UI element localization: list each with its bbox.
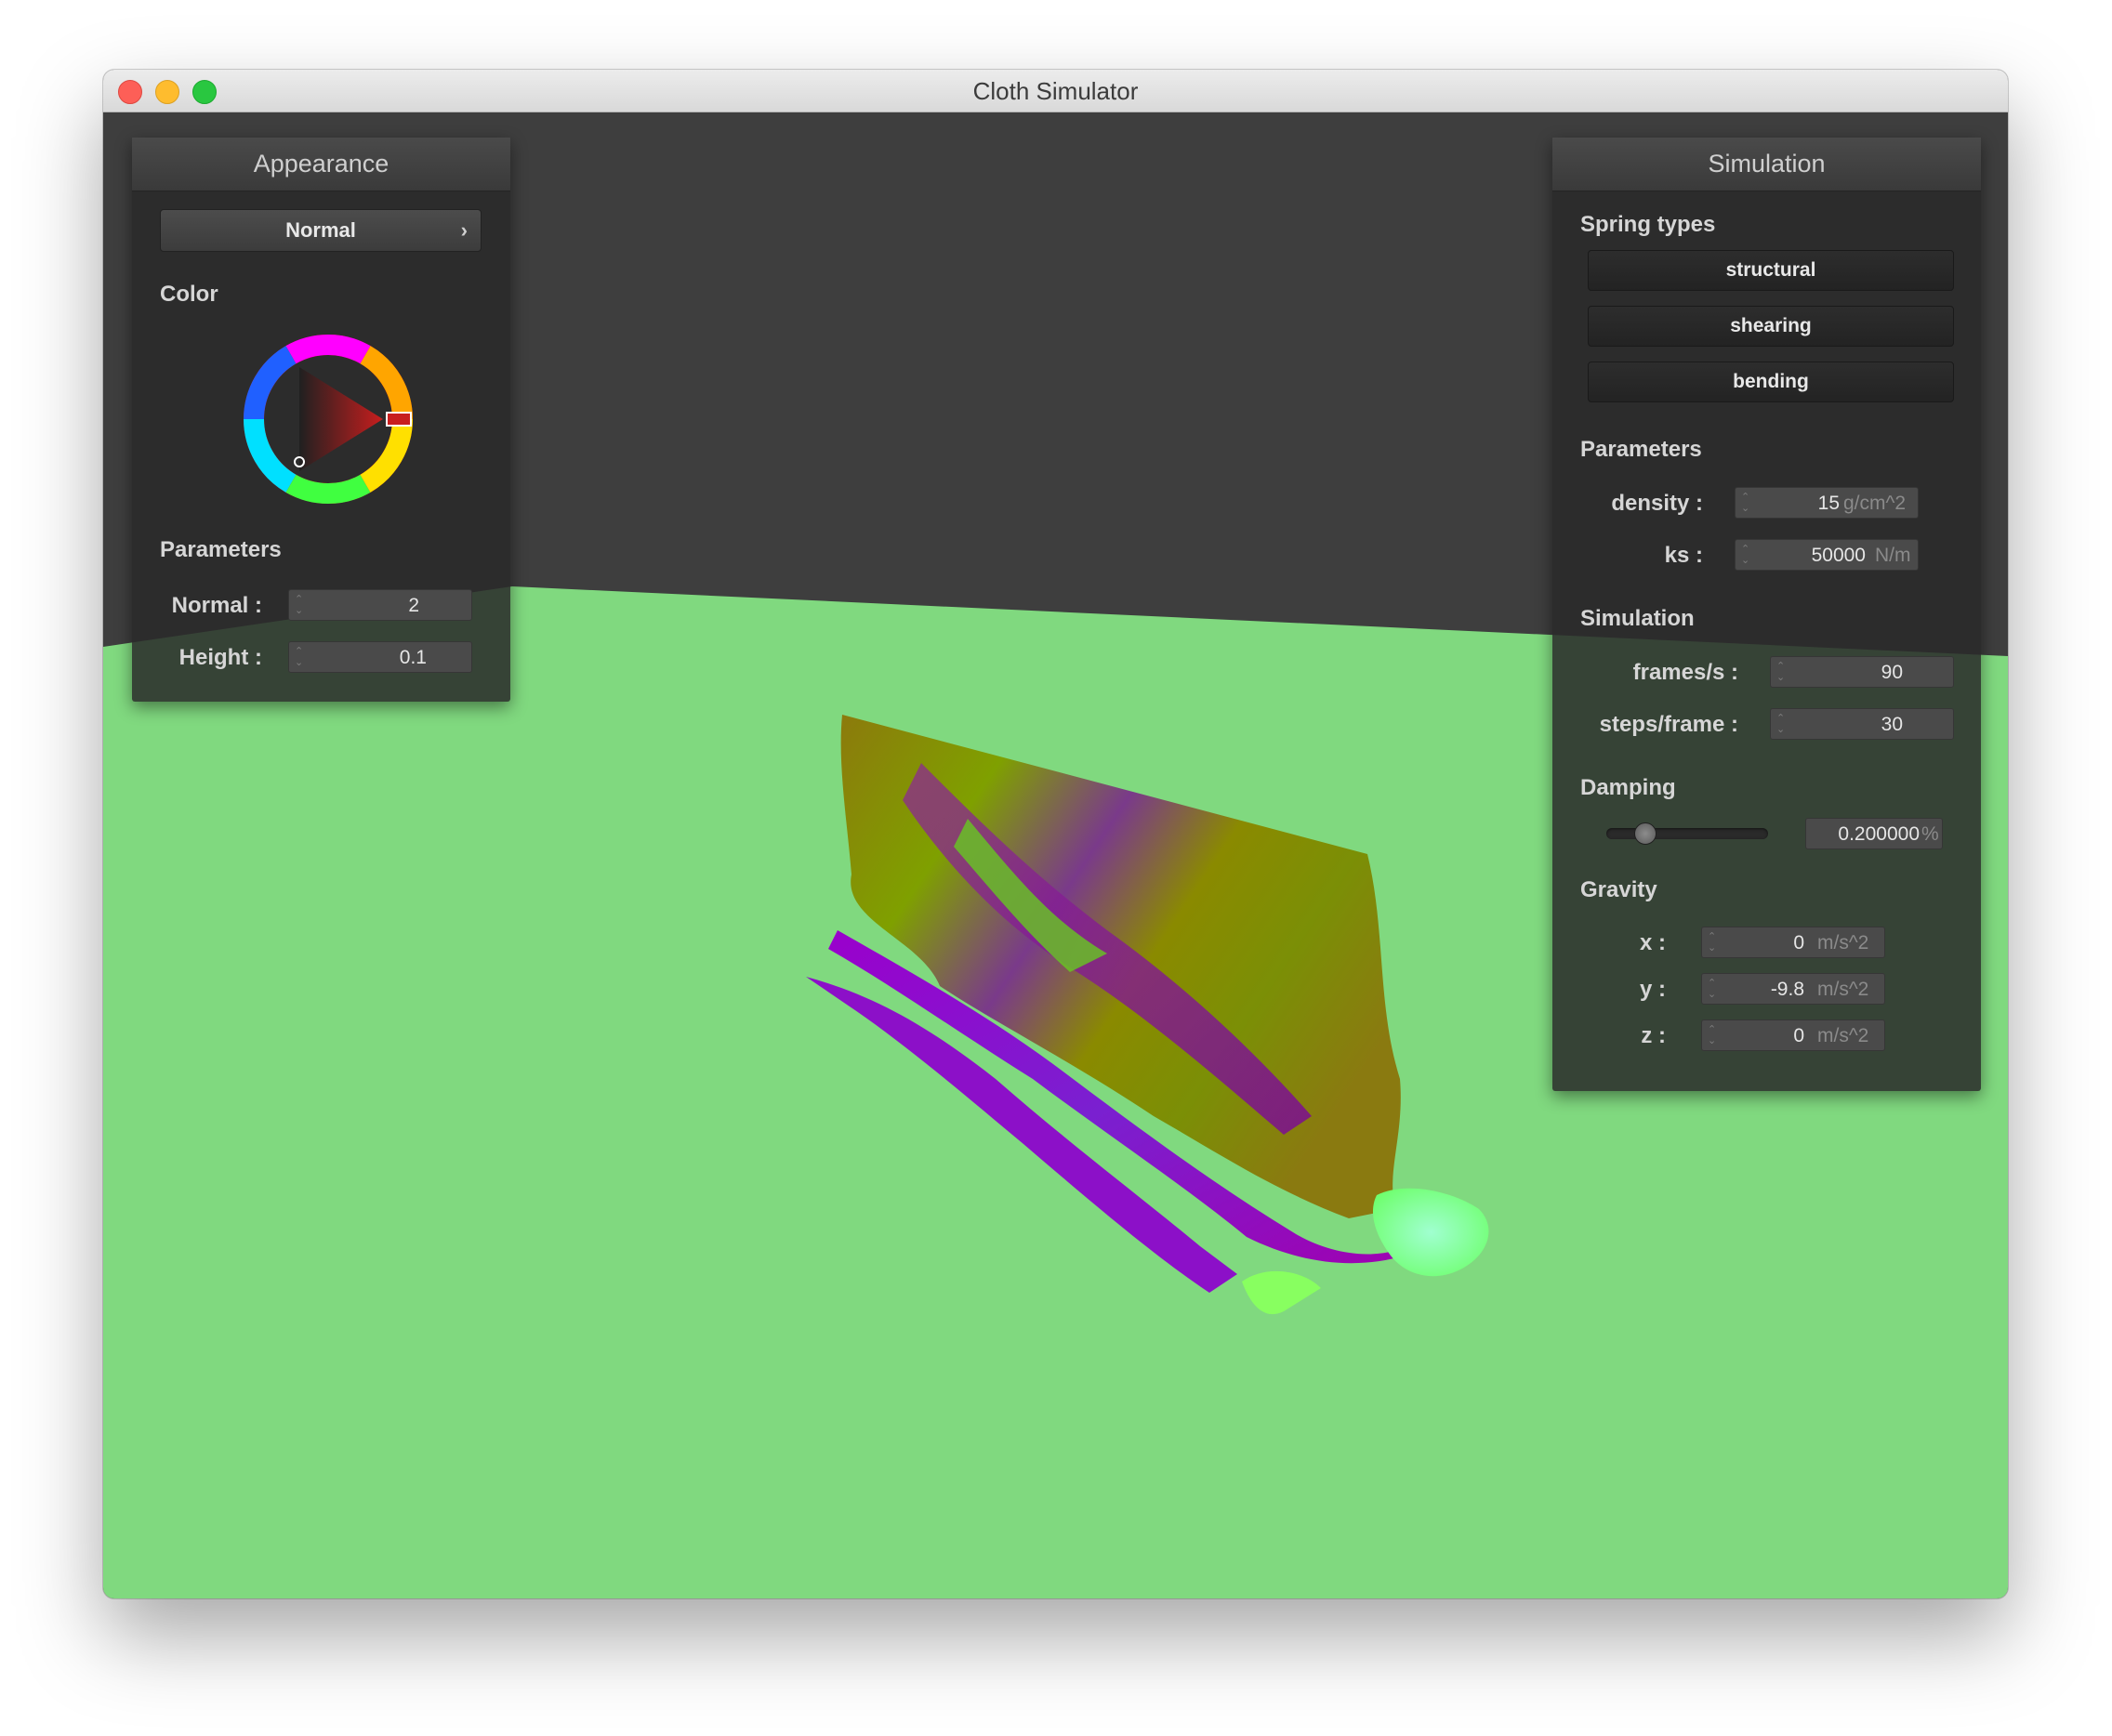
spinner-arrows-icon[interactable]: ⌃ ⌄	[1708, 1024, 1716, 1046]
color-section-label: Color	[160, 282, 218, 307]
chevron-right-icon: ›	[460, 218, 468, 242]
ks-unit: N/m	[1875, 545, 1911, 566]
structural-toggle-button[interactable]: structural	[1588, 250, 1954, 291]
spring-types-label: Spring types	[1580, 212, 1716, 237]
window-title: Cloth Simulator	[972, 77, 1139, 105]
simulation-panel: Simulation Spring types structural shear…	[1552, 138, 1981, 1091]
spinner-arrows-icon[interactable]: ⌃ ⌄	[295, 646, 303, 668]
color-wheel[interactable]	[240, 331, 416, 507]
gravity-x-value: 0	[1793, 932, 1804, 953]
gravity-y-value: -9.8	[1770, 979, 1804, 1000]
ks-label: ks :	[1664, 543, 1703, 568]
density-unit: g/cm^2	[1843, 493, 1907, 514]
height-field[interactable]: ⌃ ⌄ 0.1	[288, 641, 472, 673]
gravity-x-field[interactable]: ⌃ ⌄ 0 m/s^2	[1701, 927, 1885, 958]
normal-field[interactable]: ⌃ ⌄ 2	[288, 589, 472, 621]
spinner-arrows-icon[interactable]: ⌃ ⌄	[1776, 661, 1785, 683]
height-label: Height :	[178, 645, 262, 670]
normal-label: Normal :	[171, 593, 262, 618]
damping-field[interactable]: 0.200000 %	[1805, 818, 1943, 849]
appearance-parameters-label: Parameters	[160, 537, 282, 562]
simulation-parameters-label: Parameters	[1580, 437, 1702, 462]
spinner-arrows-icon[interactable]: ⌃ ⌄	[295, 594, 303, 616]
ks-field[interactable]: ⌃ ⌄ 50000 N/m	[1735, 539, 1919, 571]
spinner-arrows-icon[interactable]: ⌃ ⌄	[1741, 544, 1749, 566]
steps-per-frame-label: steps/frame :	[1599, 712, 1738, 737]
spinner-arrows-icon[interactable]: ⌃ ⌄	[1708, 931, 1716, 953]
simulation-section-label: Simulation	[1580, 606, 1695, 631]
gravity-y-unit: m/s^2	[1817, 979, 1869, 1000]
frames-per-second-label: frames/s :	[1632, 660, 1738, 685]
steps-per-frame-value: 30	[1881, 714, 1903, 735]
density-label: density :	[1611, 491, 1703, 516]
gravity-label: Gravity	[1580, 877, 1657, 902]
damping-unit: %	[1921, 823, 1939, 845]
density-field[interactable]: ⌃ ⌄ 15 g/cm^2	[1735, 487, 1919, 519]
spinner-arrows-icon[interactable]: ⌃ ⌄	[1708, 978, 1716, 1000]
gravity-x-label: x :	[1639, 930, 1666, 955]
spinner-arrows-icon[interactable]: ⌃ ⌄	[1741, 492, 1749, 514]
spinner-arrows-icon[interactable]: ⌃ ⌄	[1776, 713, 1785, 735]
title-bar[interactable]: Cloth Simulator	[103, 70, 2008, 112]
damping-value: 0.200000	[1838, 823, 1920, 845]
gravity-z-unit: m/s^2	[1817, 1025, 1869, 1046]
frames-per-second-field[interactable]: ⌃ ⌄ 90	[1770, 656, 1954, 688]
damping-slider-handle[interactable]	[1634, 822, 1657, 845]
gravity-z-label: z :	[1641, 1023, 1666, 1048]
ks-value: 50000	[1811, 545, 1866, 566]
simulation-panel-title[interactable]: Simulation	[1552, 138, 1981, 191]
normal-value: 2	[408, 595, 419, 616]
shader-dropdown[interactable]: Normal ›	[160, 209, 482, 252]
appearance-panel: Appearance Normal › Color Parameters Nor…	[132, 138, 510, 702]
gravity-z-field[interactable]: ⌃ ⌄ 0 m/s^2	[1701, 1019, 1885, 1051]
gravity-z-value: 0	[1793, 1025, 1804, 1046]
shader-dropdown-value: Normal	[285, 218, 356, 242]
bending-toggle-button[interactable]: bending	[1588, 362, 1954, 402]
damping-slider[interactable]	[1606, 828, 1768, 839]
damping-label: Damping	[1580, 775, 1676, 800]
appearance-panel-title[interactable]: Appearance	[132, 138, 510, 191]
hue-selector-handle	[386, 412, 412, 427]
shearing-toggle-button[interactable]: shearing	[1588, 306, 1954, 347]
gravity-y-field[interactable]: ⌃ ⌄ -9.8 m/s^2	[1701, 973, 1885, 1005]
gravity-y-label: y :	[1639, 977, 1666, 1002]
steps-per-frame-field[interactable]: ⌃ ⌄ 30	[1770, 708, 1954, 740]
app-window: Cloth Simulator Appearance Normal › Colo…	[103, 70, 2008, 1598]
gravity-x-unit: m/s^2	[1817, 932, 1869, 953]
height-value: 0.1	[399, 647, 427, 668]
saturation-triangle	[299, 367, 383, 471]
frames-per-second-value: 90	[1881, 662, 1903, 683]
density-value: 15	[1817, 493, 1840, 514]
